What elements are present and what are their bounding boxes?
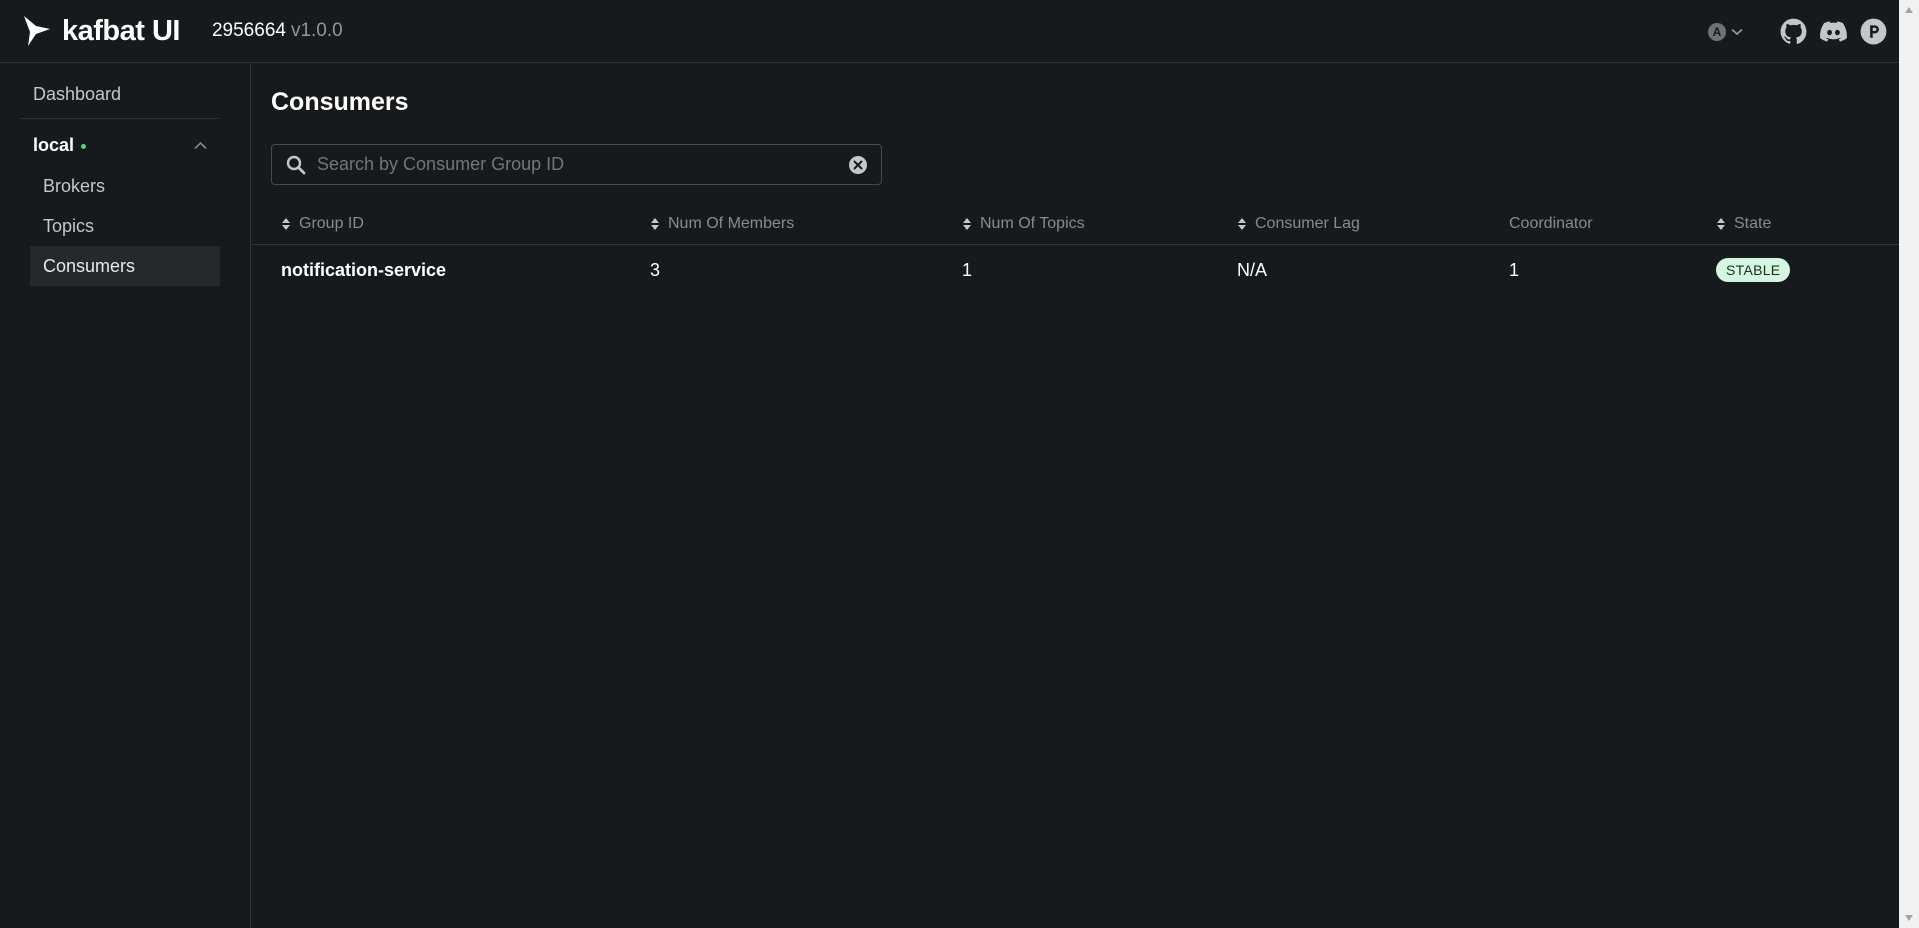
- build-id: 2956664: [211, 20, 286, 41]
- num-members-cell: 3: [650, 259, 661, 280]
- kafbat-logo-icon: [24, 16, 50, 46]
- top-navbar: kafbat UI 2956664 v1.0.0 A: [0, 0, 1899, 63]
- num-topics-cell: 1: [962, 259, 973, 280]
- scroll-down-icon[interactable]: [1904, 914, 1914, 922]
- column-header-group-id[interactable]: Group ID: [281, 202, 364, 245]
- coordinator-cell: 1: [1509, 259, 1520, 280]
- sort-icon: [963, 217, 971, 230]
- sort-icon: [1238, 217, 1246, 230]
- table-row[interactable]: notification-service 3 1 N/A 1 STABLE: [252, 245, 1899, 295]
- column-header-consumer-lag[interactable]: Consumer Lag: [1237, 202, 1360, 245]
- navbar-actions: A: [1708, 0, 1899, 63]
- table-header: Group ID Num Of Members Num Of Topics Co…: [252, 202, 1899, 245]
- search-box: [271, 144, 882, 185]
- consumers-table: Group ID Num Of Members Num Of Topics Co…: [252, 202, 1899, 295]
- clear-search-icon[interactable]: [848, 155, 868, 175]
- column-header-num-of-topics[interactable]: Num Of Topics: [962, 202, 1085, 245]
- sort-icon: [282, 217, 290, 230]
- chevron-down-icon: [1731, 28, 1743, 35]
- github-icon[interactable]: [1779, 18, 1807, 46]
- theme-toggle[interactable]: A: [1708, 22, 1743, 41]
- version-label: v1.0.0: [290, 20, 343, 41]
- page-title: Consumers: [271, 88, 409, 116]
- column-label: Consumer Lag: [1255, 214, 1360, 232]
- sidebar-item-topics[interactable]: Topics: [30, 206, 220, 246]
- brand-name: kafbat UI: [62, 14, 180, 47]
- column-header-coordinator: Coordinator: [1509, 202, 1593, 245]
- sidebar-item-brokers[interactable]: Brokers: [30, 166, 220, 206]
- discord-icon[interactable]: [1819, 18, 1847, 46]
- column-label: Num Of Topics: [980, 214, 1085, 232]
- brand-link[interactable]: kafbat UI: [22, 14, 180, 48]
- column-header-state[interactable]: State: [1716, 202, 1771, 245]
- sidebar-cluster-local[interactable]: local: [20, 127, 219, 163]
- scroll-up-icon[interactable]: [1904, 6, 1914, 14]
- sidebar-item-dashboard[interactable]: Dashboard: [20, 74, 219, 114]
- column-label: Group ID: [299, 214, 364, 232]
- cluster-status-dot: [81, 143, 87, 149]
- consumer-lag-cell: N/A: [1237, 259, 1268, 280]
- sidebar: Dashboard local Brokers Topics Consumers: [0, 64, 251, 928]
- app-root: kafbat UI 2956664 v1.0.0 A Dashboard loc…: [0, 0, 1919, 928]
- column-header-num-of-members[interactable]: Num Of Members: [650, 202, 794, 245]
- cluster-name: local: [33, 134, 75, 155]
- sidebar-item-consumers[interactable]: Consumers: [30, 246, 220, 286]
- main-content: Consumers Group ID Num Of Members: [252, 64, 1899, 928]
- column-label: State: [1734, 214, 1772, 232]
- theme-badge: A: [1708, 22, 1726, 41]
- sort-icon: [1717, 217, 1725, 230]
- sort-icon: [651, 217, 659, 230]
- vertical-scrollbar[interactable]: [1899, 0, 1919, 928]
- group-id-link[interactable]: notification-service: [281, 245, 446, 295]
- sidebar-divider: [20, 118, 219, 119]
- state-cell: STABLE: [1716, 245, 1791, 295]
- chevron-up-icon: [194, 141, 207, 150]
- product-hunt-icon[interactable]: [1859, 18, 1887, 46]
- search-icon: [286, 155, 306, 175]
- column-label: Num Of Members: [668, 214, 795, 232]
- status-badge: STABLE: [1716, 258, 1791, 282]
- column-label: Coordinator: [1509, 214, 1593, 232]
- search-input[interactable]: [317, 145, 827, 184]
